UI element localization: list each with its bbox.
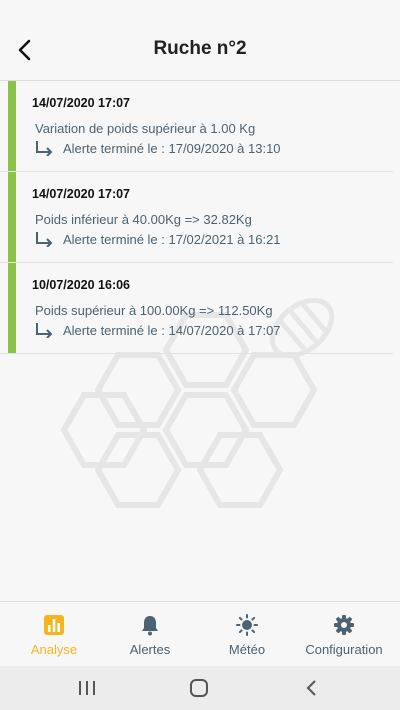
- alert-date: 10/07/2020 16:06: [32, 278, 131, 292]
- return-arrow-icon: [36, 141, 53, 156]
- alert-description: Variation de poids supérieur à 1.00 Kg: [35, 121, 256, 136]
- recent-apps-button[interactable]: [72, 676, 102, 700]
- tab-alertes[interactable]: Alertes: [110, 602, 190, 666]
- tab-analyse[interactable]: Analyse: [14, 602, 94, 666]
- status-indicator: [8, 172, 16, 262]
- bottom-tab-bar: Analyse Alertes Météo Configuration: [0, 601, 400, 666]
- alert-description: Poids inférieur à 40.00Kg => 32.82Kg: [35, 212, 252, 227]
- gear-icon: [334, 615, 354, 635]
- recent-apps-icon: [79, 681, 95, 695]
- alert-end-text: Alerte terminé le : 14/07/2020 à 17:07: [63, 322, 281, 338]
- alert-date: 14/07/2020 17:07: [32, 96, 131, 110]
- alert-end-text: Alerte terminé le : 17/02/2021 à 16:21: [63, 231, 281, 247]
- sun-icon: [236, 614, 258, 636]
- bell-icon: [142, 616, 158, 636]
- home-button[interactable]: [184, 676, 214, 700]
- alert-description: Poids supérieur à 100.00Kg => 112.50Kg: [35, 303, 273, 318]
- tab-label: Alertes: [129, 642, 171, 657]
- back-nav-icon: [306, 680, 316, 696]
- tab-label: Configuration: [305, 642, 383, 657]
- status-indicator: [8, 81, 16, 171]
- alerts-list: 14/07/2020 17:07 Variation de poids supé…: [0, 81, 393, 354]
- alert-end-row: Alerte terminé le : 14/07/2020 à 17:07: [35, 322, 281, 338]
- tab-label: Analyse: [30, 642, 78, 657]
- alert-end-text: Alerte terminé le : 17/09/2020 à 13:10: [63, 140, 281, 156]
- alert-item[interactable]: 14/07/2020 17:07 Variation de poids supé…: [0, 81, 393, 172]
- alert-item[interactable]: 10/07/2020 16:06 Poids supérieur à 100.0…: [0, 263, 393, 354]
- tab-configuration[interactable]: Configuration: [296, 602, 392, 666]
- status-indicator: [8, 263, 16, 353]
- alert-end-row: Alerte terminé le : 17/02/2021 à 16:21: [35, 231, 281, 247]
- system-navigation-bar: [0, 666, 400, 710]
- alert-item[interactable]: 14/07/2020 17:07 Poids inférieur à 40.00…: [0, 172, 393, 263]
- alert-date: 14/07/2020 17:07: [32, 187, 131, 201]
- return-arrow-icon: [36, 323, 53, 338]
- home-icon: [190, 679, 208, 697]
- tab-label: Météo: [228, 642, 266, 657]
- tab-meteo[interactable]: Météo: [207, 602, 287, 666]
- page-title: Ruche n°2: [153, 38, 247, 59]
- system-back-button[interactable]: [297, 676, 327, 700]
- app-header: Ruche n°2: [0, 0, 400, 81]
- return-arrow-icon: [36, 232, 53, 247]
- chart-icon: [44, 615, 64, 635]
- alert-end-row: Alerte terminé le : 17/09/2020 à 13:10: [35, 140, 281, 156]
